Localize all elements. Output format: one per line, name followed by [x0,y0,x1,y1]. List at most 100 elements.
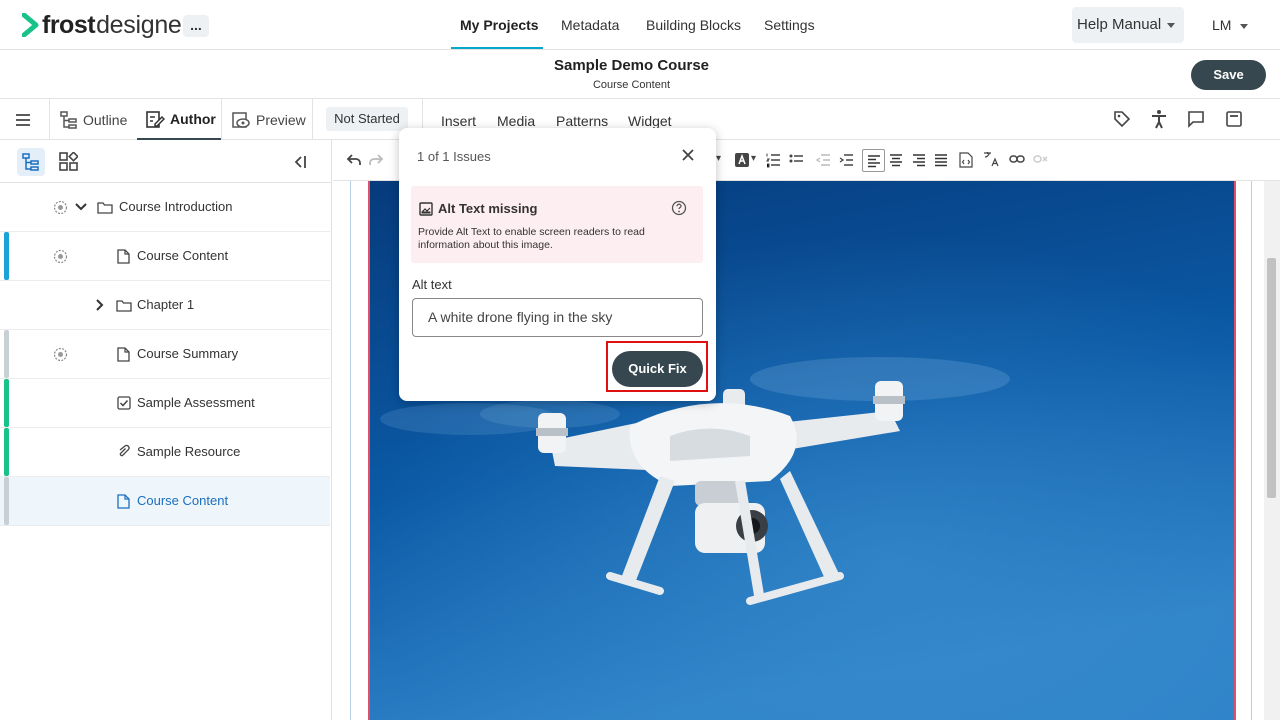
insert-tab[interactable]: Insert [441,113,476,129]
status-badge[interactable]: Not Started [326,107,408,131]
settings-target-icon[interactable] [53,347,68,362]
settings-target-icon[interactable] [53,200,68,215]
chevron-right-icon[interactable] [95,299,105,311]
help-question-icon[interactable] [671,200,687,216]
status-indicator [4,477,9,525]
tree-item-course-summary[interactable]: Course Summary [0,330,330,379]
folder-icon [116,300,132,312]
align-right-icon[interactable] [912,153,926,167]
close-icon[interactable] [679,146,697,164]
indent-icon[interactable] [839,152,853,168]
nav-active-indicator [451,47,543,49]
tree-view-button[interactable] [17,148,45,176]
caret-down-icon [1240,23,1249,29]
page-icon [117,494,130,509]
unlink-icon[interactable] [1033,153,1049,165]
nav-tab-building-blocks[interactable]: Building Blocks [646,17,741,33]
tree-item-course-content-selected[interactable]: Course Content [0,477,330,526]
checkbox-icon [117,396,131,410]
settings-target-icon[interactable] [53,249,68,264]
translate-icon[interactable] [983,151,999,168]
bullet-list-icon[interactable] [789,152,803,168]
more-options-button[interactable]: ... [183,15,209,37]
editor-scrollbar-thumb[interactable] [1267,258,1276,498]
redo-icon[interactable] [368,153,384,167]
panel-icon[interactable] [1225,110,1243,128]
popup-title: 1 of 1 Issues [417,149,491,164]
tab-outline[interactable]: Outline [59,99,135,140]
tab-outline-label: Outline [83,111,128,128]
folder-icon [97,202,113,214]
status-indicator [4,379,9,427]
issue-card: Alt Text missing Provide Alt Text to ena… [411,186,703,263]
accessibility-icon[interactable] [1150,109,1168,129]
status-indicator [4,232,9,280]
tab-preview[interactable]: Preview [231,99,311,140]
menu-toggle-button[interactable] [14,99,32,140]
outline-tree-icon [60,110,77,129]
tree-item-sample-assessment[interactable]: Sample Assessment [0,379,330,428]
alt-text-label: Alt text [412,277,452,292]
logo-text-bold: frost [42,10,96,39]
page-icon [117,347,130,362]
tag-icon[interactable] [1113,110,1131,128]
tree-item-label: Course Content [137,493,229,508]
numbered-list-icon[interactable] [766,152,780,168]
tab-author-label: Author [170,110,216,127]
align-center-icon[interactable] [889,153,903,167]
text-color-icon[interactable] [734,152,750,168]
align-left-icon [868,155,880,168]
status-indicator [4,330,9,378]
tree-item-chapter-1[interactable]: Chapter 1 [0,281,330,330]
issue-description: Provide Alt Text to enable screen reader… [418,226,645,251]
logo-chevron-icon [22,13,39,37]
source-code-icon[interactable] [959,152,973,168]
tab-author[interactable]: Author [137,99,221,140]
help-manual-label: Help Manual [1077,16,1162,33]
quick-fix-button[interactable]: Quick Fix [612,351,703,387]
course-subtitle: Course Content [592,79,671,91]
help-manual-dropdown[interactable]: Help Manual [1072,7,1184,43]
user-menu[interactable]: LM [1212,17,1249,33]
save-button[interactable]: Save [1191,60,1266,90]
paperclip-icon [119,444,130,457]
chevron-down-icon[interactable] [75,202,87,212]
tree-item-course-content[interactable]: Course Content [0,232,330,281]
course-title: Sample Demo Course [553,57,710,74]
canvas-guide-right [1251,181,1252,720]
media-tab[interactable]: Media [497,113,535,129]
tree-item-label: Course Introduction [119,199,233,214]
align-left-button[interactable] [862,149,885,172]
outdent-icon[interactable] [816,152,830,168]
align-justify-icon[interactable] [934,153,948,167]
accessibility-issue-popup: 1 of 1 Issues Alt Text missing Provide A… [399,128,716,401]
nav-tab-my-projects[interactable]: My Projects [460,17,539,33]
tree-item-label: Course Summary [137,346,239,361]
canvas-guide-left [350,181,351,720]
patterns-tab[interactable]: Patterns [556,113,608,129]
toolbar-divider [312,99,313,140]
tree-item-sample-resource[interactable]: Sample Resource [0,428,330,477]
undo-icon[interactable] [346,153,362,167]
comment-icon[interactable] [1187,110,1205,128]
tree-item-course-introduction[interactable]: Course Introduction [0,183,330,232]
toolbar-divider [221,99,222,140]
image-icon [419,202,433,216]
chevron-down-icon[interactable]: ▾ [716,153,721,164]
tree-item-label: Sample Assessment [137,395,255,410]
alt-text-input[interactable]: A white drone flying in the sky [412,298,703,337]
logo-text-light: designer [96,10,190,39]
tab-preview-label: Preview [256,111,306,128]
collapse-sidebar-icon[interactable] [292,154,308,170]
link-icon[interactable] [1009,153,1025,165]
frost-designer-logo[interactable]: frost designer [22,10,190,40]
tree-item-label: Course Content [137,248,229,263]
nav-tab-settings[interactable]: Settings [764,17,815,33]
tree-view-icon [22,153,39,171]
nav-tab-metadata[interactable]: Metadata [561,17,619,33]
chevron-down-icon[interactable]: ▾ [751,153,756,164]
widget-tab[interactable]: Widget [628,113,672,129]
grid-view-icon[interactable] [59,152,78,171]
status-indicator [4,428,9,476]
sidebar-header [0,140,332,183]
